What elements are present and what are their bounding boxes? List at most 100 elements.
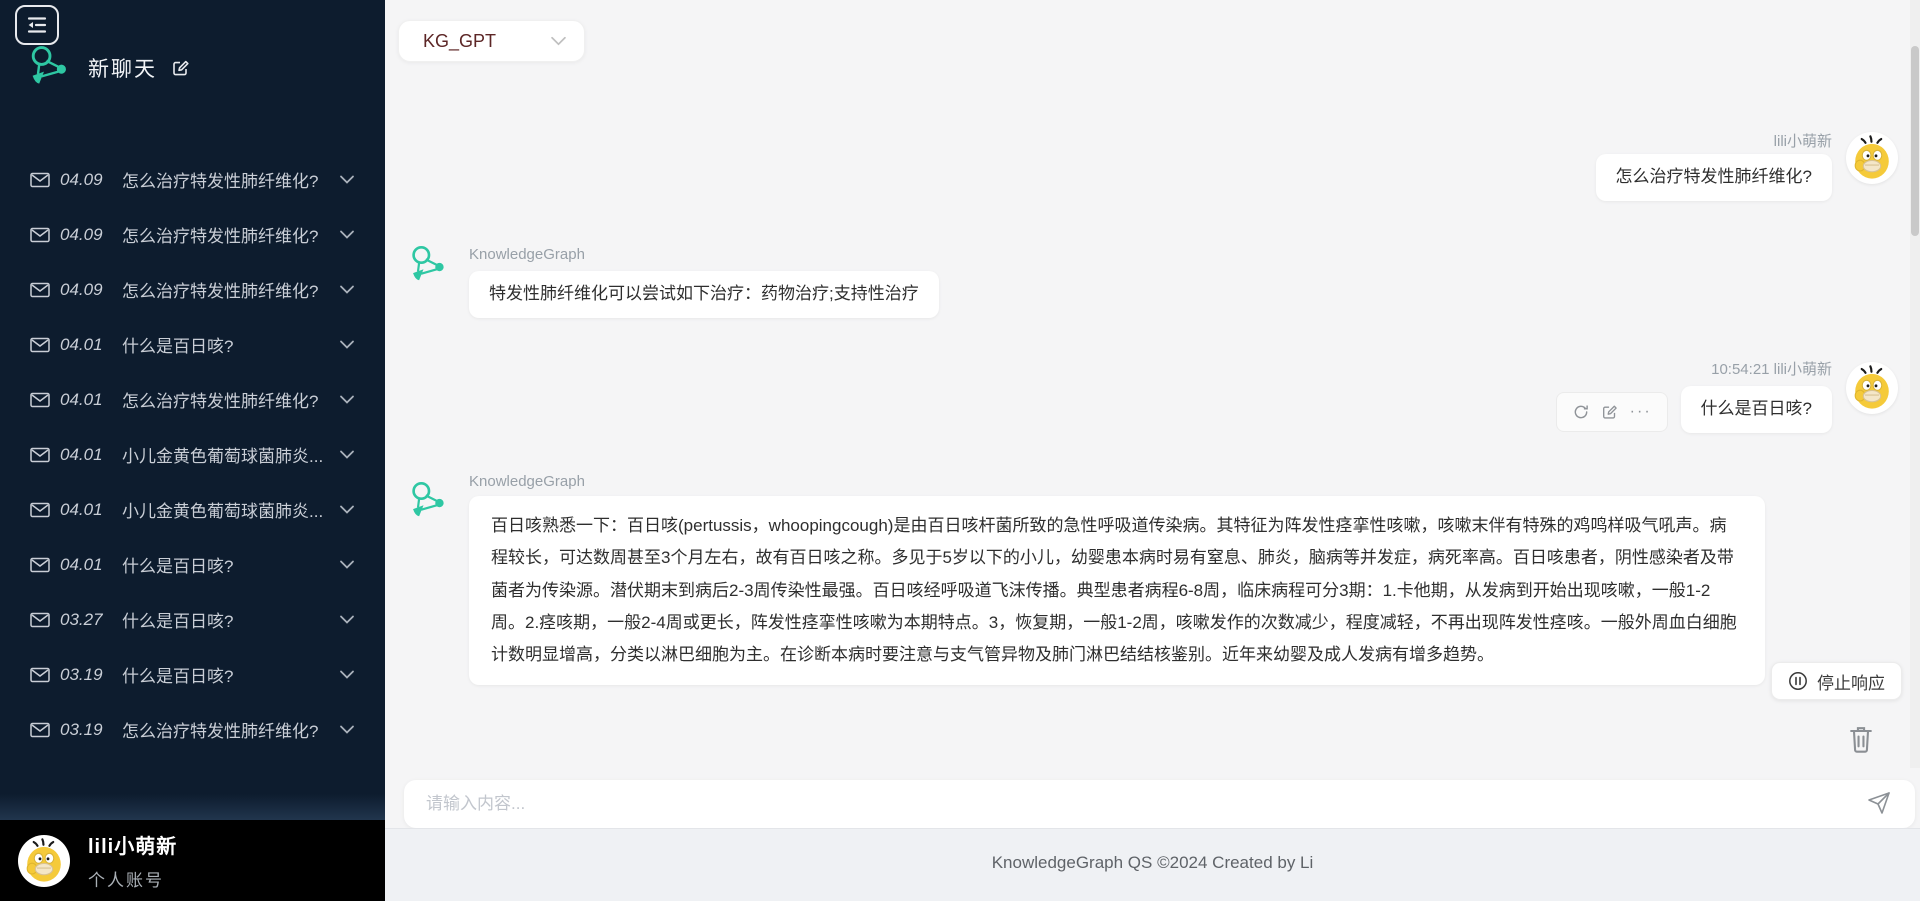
sidebar-collapse-button[interactable] <box>15 5 59 45</box>
chat-date: 03.27 <box>60 610 112 630</box>
user-avatar <box>18 835 70 887</box>
message-author: lili小萌新 <box>1774 130 1832 151</box>
chevron-down-icon <box>551 36 566 46</box>
chat-title: 什么是百日咳? <box>122 662 325 687</box>
mail-icon <box>30 227 50 243</box>
chat-main: KG_GPT lili小萌新 怎么治疗特发性肺纤维化? <box>385 0 1920 901</box>
chat-history-item[interactable]: 04.09 怎么治疗特发性肺纤维化? <box>0 262 385 317</box>
mail-icon <box>30 722 50 738</box>
menu-fold-icon <box>25 14 49 36</box>
chat-date: 03.19 <box>60 720 112 740</box>
chevron-down-icon[interactable] <box>339 670 355 679</box>
chat-title: 什么是百日咳? <box>122 552 325 577</box>
chat-title: 怎么治疗特发性肺纤维化? <box>122 277 325 302</box>
chevron-down-icon[interactable] <box>339 340 355 349</box>
message-author: KnowledgeGraph <box>469 473 585 490</box>
composer <box>404 780 1915 828</box>
user-message-avatar <box>1846 362 1898 414</box>
chat-history-item[interactable]: 04.01 小儿金黄色葡萄球菌肺炎... <box>0 482 385 537</box>
new-chat-label: 新聊天 <box>88 53 157 83</box>
user-message-bubble: 怎么治疗特发性肺纤维化? <box>1596 154 1832 201</box>
user-panel[interactable]: lili小萌新 个人账号 <box>0 820 385 901</box>
message-input[interactable] <box>424 780 1824 828</box>
chat-date: 04.01 <box>60 335 112 355</box>
sidebar: 新聊天 04.09 怎么治疗特发性肺纤维化? <box>0 0 385 901</box>
new-chat-button[interactable]: 新聊天 <box>26 44 191 92</box>
knowledgegraph-logo-icon <box>407 478 451 526</box>
chat-scrollbar-thumb[interactable] <box>1911 46 1919 236</box>
chat-title: 什么是百日咳? <box>122 332 325 357</box>
user-name: lili小萌新 <box>88 830 177 859</box>
chat-date: 03.19 <box>60 665 112 685</box>
mail-icon <box>30 447 50 463</box>
regenerate-icon[interactable] <box>1572 403 1590 421</box>
chat-date: 04.09 <box>60 280 112 300</box>
chat-history-list: 04.09 怎么治疗特发性肺纤维化? 04.09 怎么治疗特发性肺纤维化? <box>0 152 385 757</box>
chat-history-item[interactable]: 03.19 什么是百日咳? <box>0 647 385 702</box>
more-actions-icon[interactable]: ··· <box>1630 404 1652 420</box>
edit-icon <box>171 58 191 78</box>
assistant-message-bubble: 百日咳熟悉一下：百日咳(pertussis，whoopingcough)是由百日… <box>469 496 1765 685</box>
chat-date: 04.01 <box>60 555 112 575</box>
user-message-bubble: 什么是百日咳? <box>1681 386 1832 433</box>
chat-title: 什么是百日咳? <box>122 607 325 632</box>
chevron-down-icon[interactable] <box>339 450 355 459</box>
chat-title: 怎么治疗特发性肺纤维化? <box>122 387 325 412</box>
assistant-avatar <box>407 478 451 531</box>
chat-history-item[interactable]: 04.01 什么是百日咳? <box>0 317 385 372</box>
chevron-down-icon[interactable] <box>339 395 355 404</box>
chat-date: 04.01 <box>60 390 112 410</box>
chat-date: 04.01 <box>60 445 112 465</box>
footer: KnowledgeGraph QS ©2024 Created by Li <box>385 828 1920 901</box>
chat-title: 怎么治疗特发性肺纤维化? <box>122 167 325 192</box>
chat-history-item[interactable]: 03.19 怎么治疗特发性肺纤维化? <box>0 702 385 757</box>
mail-icon <box>30 172 50 188</box>
chevron-down-icon[interactable] <box>339 230 355 239</box>
mail-icon <box>30 612 50 628</box>
chat-title: 怎么治疗特发性肺纤维化? <box>122 222 325 247</box>
chevron-down-icon[interactable] <box>339 560 355 569</box>
user-message-avatar <box>1846 132 1898 184</box>
knowledgegraph-logo-icon <box>26 44 74 92</box>
mail-icon <box>30 392 50 408</box>
footer-text: KnowledgeGraph QS ©2024 Created by Li <box>385 853 1920 873</box>
knowledgegraph-logo-icon <box>407 242 451 290</box>
app-root: 新聊天 04.09 怎么治疗特发性肺纤维化? <box>0 0 1920 901</box>
pause-circle-icon <box>1788 671 1808 691</box>
chevron-down-icon[interactable] <box>339 175 355 184</box>
mail-icon <box>30 502 50 518</box>
clear-chat-button[interactable] <box>1844 722 1878 758</box>
chat-date: 04.01 <box>60 500 112 520</box>
chat-history-item[interactable]: 04.01 小儿金黄色葡萄球菌肺炎... <box>0 427 385 482</box>
model-selector-value: KG_GPT <box>423 31 551 52</box>
user-info: lili小萌新 个人账号 <box>88 830 177 891</box>
assistant-avatar <box>407 242 451 295</box>
chevron-down-icon[interactable] <box>339 505 355 514</box>
chevron-down-icon[interactable] <box>339 285 355 294</box>
user-account-type: 个人账号 <box>88 866 177 891</box>
chat-scrollbar[interactable] <box>1910 0 1920 768</box>
model-selector[interactable]: KG_GPT <box>398 20 585 62</box>
stop-response-button[interactable]: 停止响应 <box>1771 662 1902 700</box>
chat-history-item[interactable]: 03.27 什么是百日咳? <box>0 592 385 647</box>
chevron-down-icon[interactable] <box>339 615 355 624</box>
chat-date: 04.09 <box>60 225 112 245</box>
mail-icon <box>30 337 50 353</box>
mail-icon <box>30 557 50 573</box>
trash-icon <box>1846 723 1876 755</box>
chat-history-item[interactable]: 04.09 怎么治疗特发性肺纤维化? <box>0 152 385 207</box>
send-button[interactable] <box>1865 791 1893 817</box>
chat-history-item[interactable]: 04.01 什么是百日咳? <box>0 537 385 592</box>
chat-title: 小儿金黄色葡萄球菌肺炎... <box>122 497 325 522</box>
send-icon <box>1866 791 1892 815</box>
message-timestamp: 10:54:21 lili小萌新 <box>1711 358 1832 379</box>
chat-title: 小儿金黄色葡萄球菌肺炎... <box>122 442 325 467</box>
chevron-down-icon[interactable] <box>339 725 355 734</box>
chat-history-item[interactable]: 04.01 怎么治疗特发性肺纤维化? <box>0 372 385 427</box>
mail-icon <box>30 667 50 683</box>
message-author: KnowledgeGraph <box>469 246 585 263</box>
chat-history-item[interactable]: 04.09 怎么治疗特发性肺纤维化? <box>0 207 385 262</box>
edit-message-icon[interactable] <box>1601 403 1619 421</box>
chat-title: 怎么治疗特发性肺纤维化? <box>122 717 325 742</box>
stop-response-label: 停止响应 <box>1817 669 1885 694</box>
